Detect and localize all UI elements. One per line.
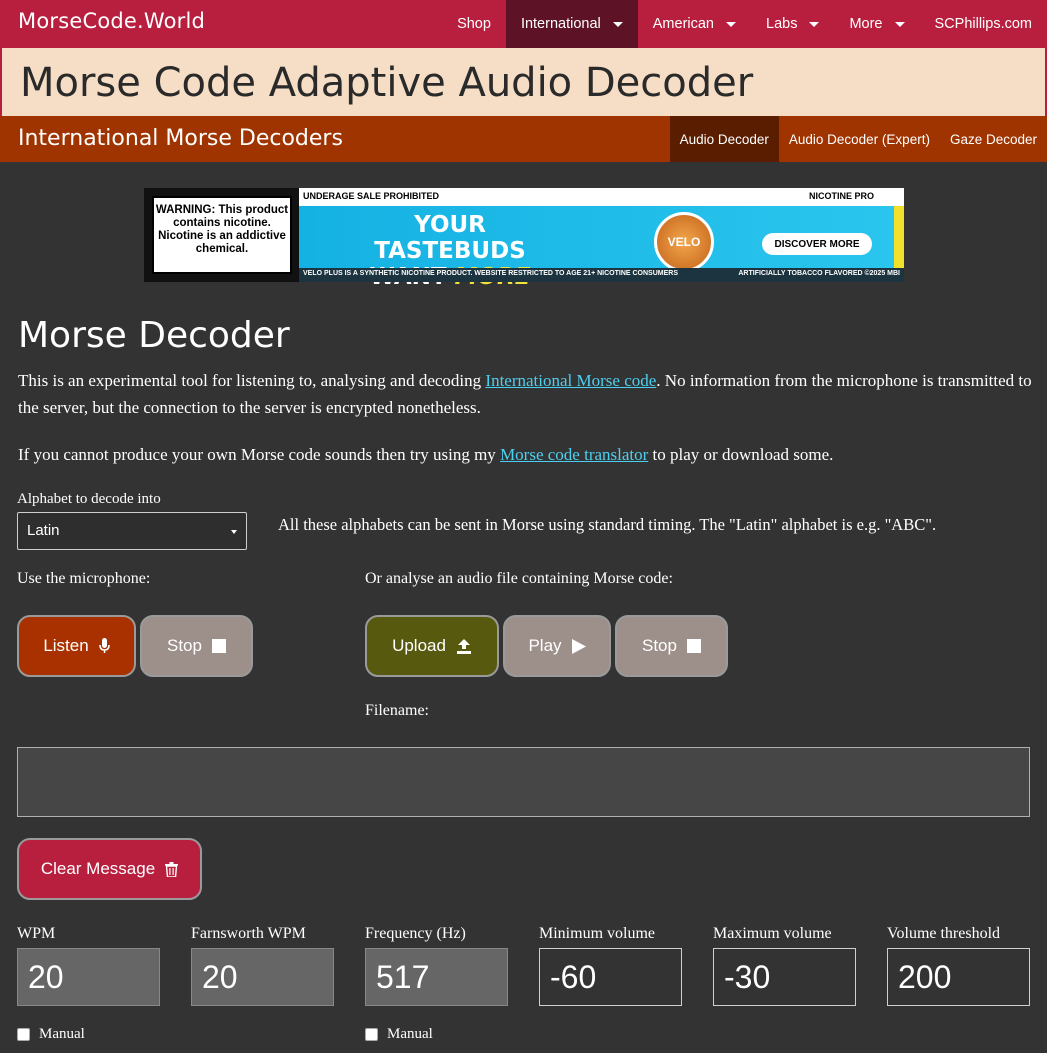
nav-item-more[interactable]: More (834, 0, 919, 48)
nav-item-labs[interactable]: Labs (751, 0, 834, 48)
minimum-volume-label: Minimum volume (539, 925, 655, 942)
frequency-manual-checkbox[interactable] (365, 1028, 378, 1041)
translator-text: If you cannot produce your own Morse cod… (18, 445, 501, 464)
nav-item-label: Labs (766, 16, 798, 32)
clear-message-button[interactable]: Clear Message (17, 838, 202, 900)
title-band: Morse Code Adaptive Audio Decoder (0, 48, 1047, 116)
nav-item-label: SCPhillips.com (934, 16, 1033, 32)
mic-stop-button[interactable]: Stop (140, 615, 253, 677)
ad-banner[interactable]: UNDERAGE SALE PROHIBITED NICOTINE PRO YO… (299, 188, 904, 290)
international-morse-link[interactable]: International Morse code (485, 371, 656, 390)
ad-discover-more-button[interactable]: DISCOVER MORE (762, 233, 872, 255)
upload-button-label: Upload (392, 636, 446, 655)
intro-text: This is an experimental tool for listeni… (18, 371, 486, 390)
upload-button[interactable]: Upload (365, 615, 499, 677)
clear-button-label: Clear Message (40, 859, 156, 878)
upload-icon (456, 638, 472, 654)
ad-top-strip-text: UNDERAGE SALE PROHIBITED (303, 191, 440, 201)
translator-text-cont: to play or download some. (648, 445, 834, 464)
nav-item-international[interactable]: International (505, 0, 638, 48)
ad-product-image: VELO (654, 212, 714, 272)
ad-top-strip: UNDERAGE SALE PROHIBITED NICOTINE PRO (299, 188, 904, 206)
file-stop-button[interactable]: Stop (615, 615, 728, 677)
listen-button-label: Listen (43, 636, 89, 655)
audio-file-label: Or analyse an audio file containing Mors… (365, 570, 673, 587)
ad-disclaimer-right: ARTIFICIALLY TOBACCO FLAVORED ©2025 MBI (738, 270, 900, 277)
decoded-message-output[interactable] (17, 747, 1030, 817)
frequency-label: Frequency (Hz) (365, 925, 466, 942)
nav-item-label: International (520, 16, 601, 32)
stop-square-icon (686, 639, 701, 653)
microphone-label: Use the microphone: (17, 570, 151, 587)
stop-button-label: Stop (642, 636, 677, 655)
subnav-item-gaze-decoder[interactable]: Gaze Decoder (940, 116, 1047, 162)
nav-item-shop[interactable]: Shop (442, 0, 506, 48)
ad-brand-text: NICOTINE PRO (808, 191, 874, 201)
subnav-item-audio-decoder-expert[interactable]: Audio Decoder (Expert) (779, 116, 940, 162)
listen-button[interactable]: Listen (17, 615, 136, 677)
filename-label: Filename: (365, 702, 429, 719)
ad-disclaimer-text: VELO PLUS IS A SYNTHETIC NICOTINE PRODUC… (303, 270, 678, 277)
frequency-input[interactable]: 517 (365, 948, 508, 1006)
play-icon (571, 638, 586, 654)
alphabet-note: All these alphabets can be sent in Morse… (278, 515, 937, 534)
nav-item-american[interactable]: American (638, 0, 751, 48)
stop-button-label: Stop (167, 636, 202, 655)
alphabet-label: Alphabet to decode into (17, 491, 161, 507)
stop-square-icon (211, 639, 226, 653)
nav-item-scphillips[interactable]: SCPhillips.com (920, 0, 1047, 48)
nav-item-label: American (652, 16, 714, 32)
farnsworth-wpm-input[interactable]: 20 (191, 948, 334, 1006)
nav-menu: Shop International American Labs More SC… (442, 0, 1047, 48)
brand-logo[interactable]: MorseCode.World (18, 9, 205, 33)
advertisement[interactable]: WARNING: This product contains nicotine.… (144, 188, 904, 290)
page-title: Morse Code Adaptive Audio Decoder (20, 60, 754, 106)
nav-item-label: More (849, 16, 883, 32)
section-title: International Morse Decoders (18, 126, 343, 151)
microphone-icon (98, 638, 110, 654)
subnav-menu: Audio Decoder Audio Decoder (Expert) Gaz… (669, 116, 1047, 162)
ad-warning-text: WARNING: This product contains nicotine.… (152, 196, 292, 274)
ad-headline-line1: YOUR TASTEBUDS (374, 212, 526, 264)
wpm-label: WPM (17, 925, 56, 942)
intro-paragraph: This is an experimental tool for listeni… (18, 367, 1033, 421)
play-button-label: Play (528, 636, 562, 655)
farnsworth-wpm-label: Farnsworth WPM (191, 925, 306, 942)
caret-down-icon (809, 21, 820, 27)
top-navbar: MorseCode.World Shop International Ameri… (0, 0, 1047, 48)
trash-icon (165, 861, 179, 877)
translator-paragraph: If you cannot produce your own Morse cod… (18, 441, 1033, 468)
nav-item-label: Shop (457, 16, 491, 32)
wpm-manual-label: Manual (39, 1026, 85, 1042)
dropdown-arrow-icon (231, 530, 237, 534)
volume-threshold-input[interactable]: 200 (887, 948, 1030, 1006)
maximum-volume-label: Maximum volume (713, 925, 832, 942)
caret-down-icon (894, 21, 905, 27)
alphabet-select[interactable]: Latin (17, 512, 247, 550)
morse-translator-link[interactable]: Morse code translator (500, 445, 648, 464)
caret-down-icon (612, 21, 623, 27)
section-heading: Morse Decoder (18, 315, 290, 356)
subnav-item-audio-decoder[interactable]: Audio Decoder (669, 116, 779, 162)
maximum-volume-input[interactable]: -30 (713, 948, 856, 1006)
wpm-input[interactable]: 20 (17, 948, 160, 1006)
play-button[interactable]: Play (503, 615, 611, 677)
volume-threshold-label: Volume threshold (887, 925, 1001, 942)
caret-down-icon (726, 21, 736, 27)
minimum-volume-input[interactable]: -60 (539, 948, 682, 1006)
ad-disclaimer: VELO PLUS IS A SYNTHETIC NICOTINE PRODUC… (299, 268, 904, 282)
sub-navbar: International Morse Decoders Audio Decod… (0, 116, 1047, 162)
alphabet-selected-value: Latin (27, 522, 60, 539)
ad-accent-bar (894, 206, 904, 268)
frequency-manual-label: Manual (387, 1026, 433, 1042)
wpm-manual-checkbox[interactable] (17, 1028, 30, 1041)
